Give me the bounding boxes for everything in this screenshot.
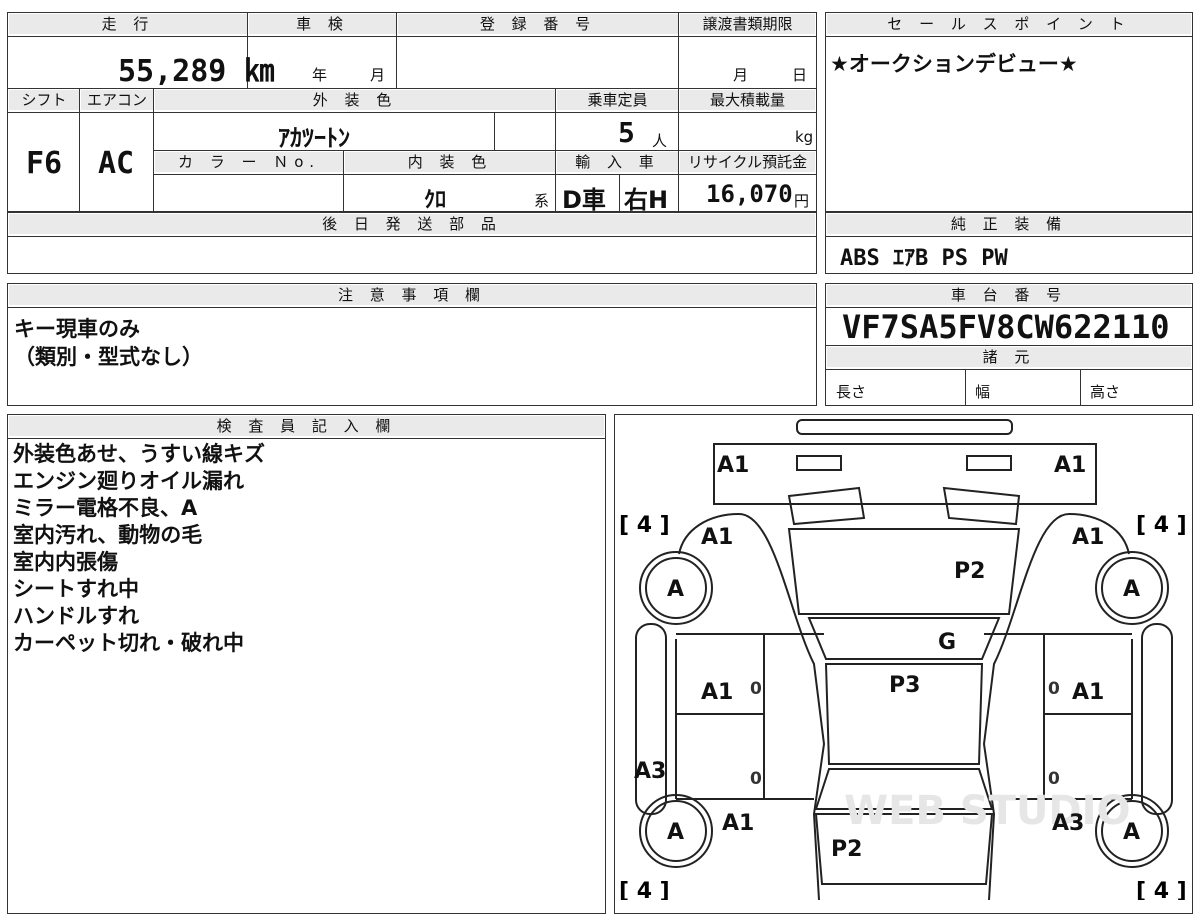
header-exterior-color: 外 装 色 (155, 90, 555, 110)
spec-length: 長さ (836, 383, 867, 401)
header-aircon: エアコン (81, 90, 153, 110)
mark-right-rear: A3 (1052, 811, 1084, 836)
mark-left-front-door: A1 (701, 680, 733, 705)
mileage-value: 55,289 ㎞ (118, 54, 275, 89)
mark-wheel-rr: A (1123, 820, 1140, 845)
mark-hood: P2 (954, 559, 985, 584)
transfer-month-label: 月 (733, 66, 749, 84)
tire-size-tl: [ 4 ] (619, 513, 670, 538)
note-line: 室内内張傷 (13, 550, 118, 574)
note-line: ハンドルすれ (13, 604, 139, 628)
specs-header: 諸 元 (827, 347, 1191, 367)
mark-front-left: A1 (717, 453, 749, 478)
later-parts-header: 後 日 発 送 部 品 (9, 214, 815, 234)
mark-roof: P3 (889, 673, 920, 698)
header-registration: 登 録 番 号 (398, 14, 678, 34)
header-color-no: カ ラ ー Ｎo. (155, 152, 343, 172)
caution-line-1: キー現車のみ (14, 317, 140, 341)
mark-windshield: G (938, 630, 956, 655)
header-mileage: 走 行 (9, 14, 247, 34)
transfer-day-label: 日 (792, 66, 808, 84)
capacity-value: 5 (618, 116, 635, 149)
car-diagram: WEB STUDIO [ 4 ] [ 4 ] [ 4 ] [ 4 ] A1 A1… (619, 419, 1187, 900)
header-transfer-deadline: 譲渡書類期限 (680, 14, 815, 34)
exterior-color-value: ｱｶﾂｰﾄﾝ (278, 124, 350, 152)
header-inspection: 車 検 (249, 14, 396, 34)
header-capacity: 乗車定員 (557, 90, 678, 110)
load-unit: kg (795, 128, 814, 146)
watermark: WEB STUDIO (844, 788, 1131, 834)
chassis-header: 車 台 番 号 (827, 285, 1191, 305)
handle-value: 右H (624, 186, 669, 214)
mark-trunk: P2 (831, 837, 862, 862)
sales-point-section (825, 12, 1193, 212)
equipment-text: ABS ｴｱB PS PW (840, 246, 1008, 271)
note-line: 外装色あせ、うすい線キズ (13, 442, 265, 466)
header-interior-color: 内 装 色 (345, 152, 555, 172)
mark-left-fender: A1 (701, 525, 733, 550)
header-shift: シフト (9, 90, 79, 110)
aircon-value: AC (98, 146, 135, 181)
dealer-car-value: D車 (562, 186, 606, 214)
note-line: カーペット切れ・破れ中 (13, 631, 244, 655)
door-zero-mark: 0 (750, 769, 762, 789)
header-max-load: 最大積載量 (680, 90, 815, 110)
mark-left-rocker: A3 (634, 759, 666, 784)
note-line: シートすれ中 (13, 577, 139, 601)
header-import: 輸 入 車 (557, 152, 678, 172)
interior-color-suffix: 系 (534, 192, 550, 210)
mark-front-right: A1 (1054, 453, 1086, 478)
door-zero-mark: 0 (1048, 679, 1060, 699)
inspection-month-label: 月 (370, 66, 386, 84)
chassis-number: VF7SA5FV8CW622110 (842, 308, 1170, 346)
mark-wheel-fl: A (667, 577, 684, 602)
mark-left-rear: A1 (722, 811, 754, 836)
mark-wheel-rl: A (667, 820, 684, 845)
sales-point-header: セ ー ル ス ポ イ ン ト (827, 14, 1191, 34)
spec-width: 幅 (975, 383, 991, 401)
header-recycle: リサイクル預託金 (680, 152, 815, 172)
tire-size-br: [ 4 ] (1136, 879, 1187, 900)
tire-size-bl: [ 4 ] (619, 879, 670, 900)
caution-line-2: （類別・型式なし） (14, 345, 203, 369)
recycle-unit: 円 (794, 192, 810, 210)
sales-point-text: ★オークションデビュー★ (830, 52, 1078, 76)
door-zero-mark: 0 (1048, 769, 1060, 789)
door-zero-mark: 0 (750, 679, 762, 699)
note-line: ミラー電格不良、A (13, 496, 198, 520)
spec-height: 高さ (1090, 383, 1121, 401)
inspection-year-label: 年 (312, 66, 328, 84)
equipment-header: 純 正 装 備 (827, 214, 1191, 234)
note-line: エンジン廻りオイル漏れ (13, 469, 244, 493)
inspector-header: 検 査 員 記 入 欄 (9, 416, 604, 436)
mark-right-fender: A1 (1072, 525, 1104, 550)
recycle-fee-value: 16,070 (706, 180, 793, 208)
note-line: 室内汚れ、動物の毛 (13, 523, 203, 547)
mark-wheel-fr: A (1123, 577, 1140, 602)
caution-header: 注 意 事 項 欄 (9, 285, 815, 305)
mark-right-front-door: A1 (1072, 680, 1104, 705)
capacity-unit: 人 (652, 132, 668, 150)
shift-value: F6 (26, 146, 63, 181)
inspector-notes: 外装色あせ、うすい線キズ エンジン廻りオイル漏れ ミラー電格不良、A 室内汚れ、… (13, 441, 265, 657)
interior-color-value: ｸﾛ (424, 188, 447, 213)
tire-size-tr: [ 4 ] (1136, 513, 1187, 538)
